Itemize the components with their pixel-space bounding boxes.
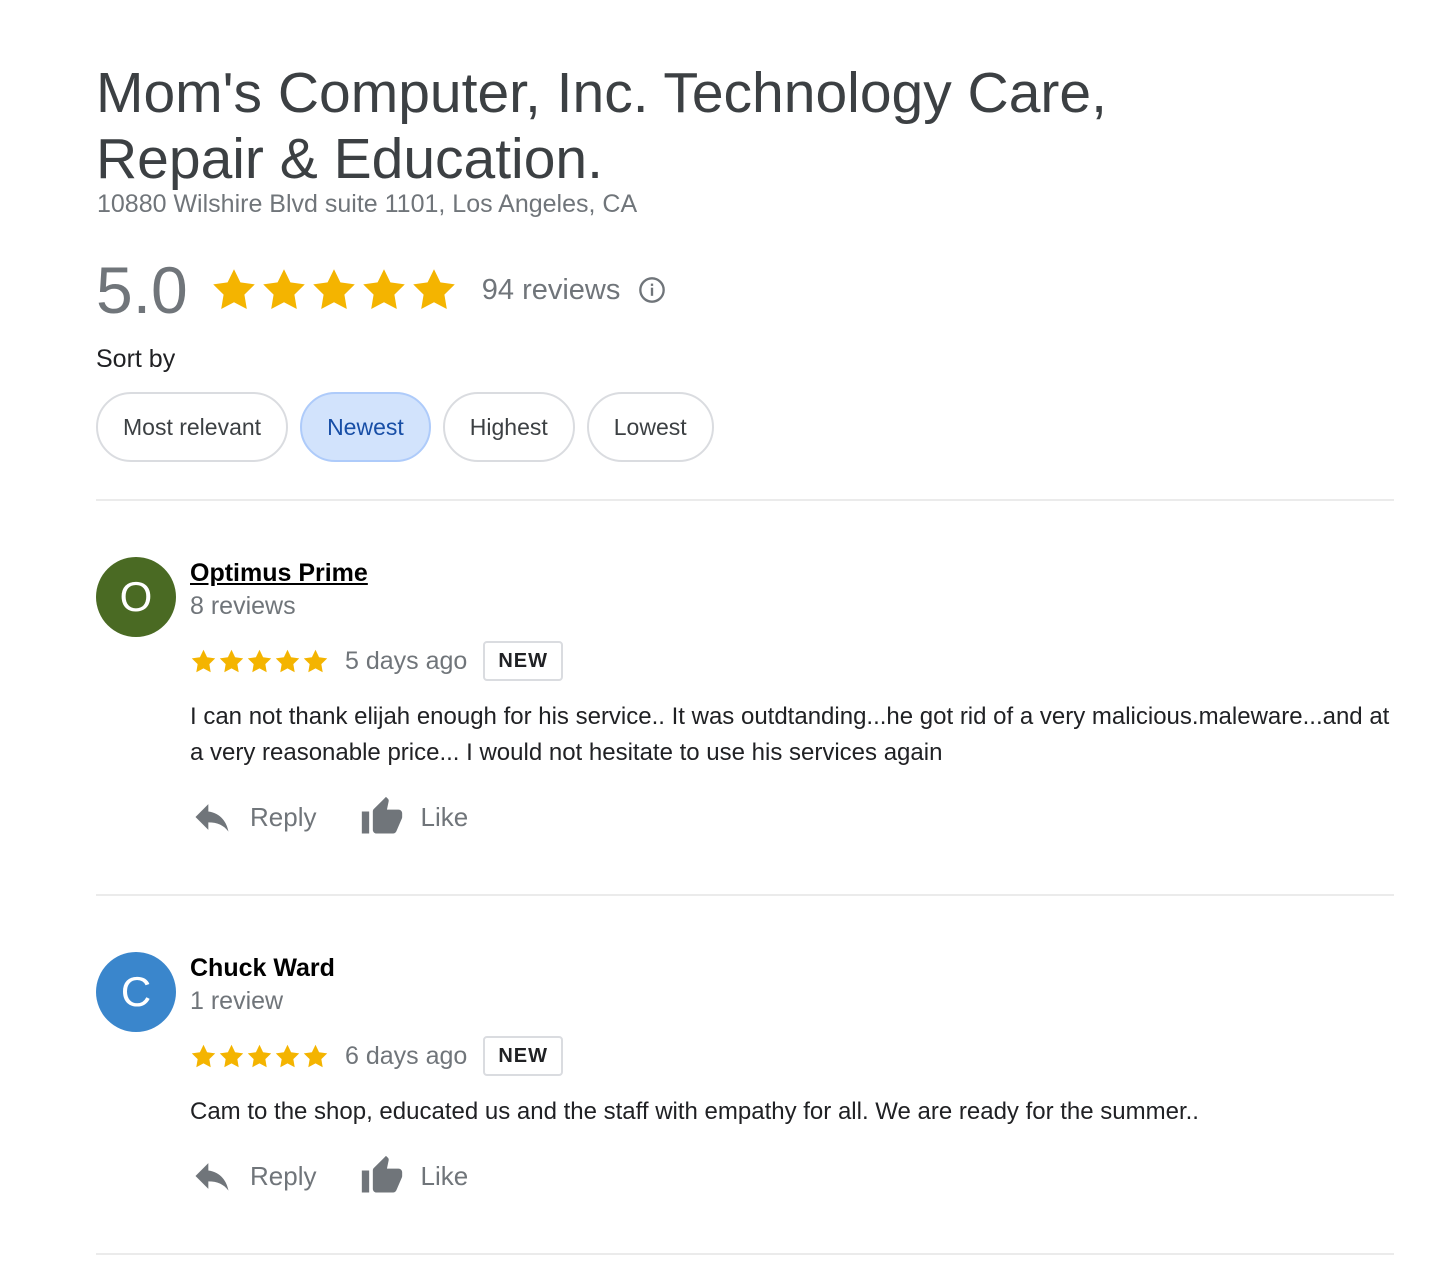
reviews-page: Mom's Computer, Inc. Technology Care, Re…: [0, 0, 1452, 1280]
reply-icon: [195, 1163, 229, 1191]
star-icon: [191, 1044, 216, 1067]
star-icon: [262, 269, 305, 309]
reviewer-review-count: 8 reviews: [190, 592, 296, 620]
new-badge: NEW: [483, 641, 563, 681]
rating-stars: [210, 266, 458, 314]
review-stars: [190, 648, 329, 675]
like-label: Like: [420, 801, 469, 832]
thumbs-up-icon: [362, 1155, 403, 1193]
star-icon: [247, 1044, 272, 1067]
reply-button[interactable]: Reply: [190, 795, 316, 839]
avatar[interactable]: O: [96, 557, 176, 637]
place-title: Mom's Computer, Inc. Technology Care, Re…: [96, 61, 1107, 191]
review-meta: 5 days ago NEW: [190, 639, 563, 683]
review-item: O Optimus Prime 8 reviews 5 days ago NEW…: [96, 557, 1396, 857]
like-label: Like: [420, 1160, 469, 1191]
reply-label: Reply: [250, 1160, 317, 1191]
reviewer-name[interactable]: Chuck Ward: [190, 954, 335, 983]
total-review-count[interactable]: 94 reviews: [482, 274, 621, 307]
star-icon: [191, 649, 216, 672]
star-icon: [312, 269, 355, 309]
reply-icon: [195, 804, 229, 832]
star-icon: [275, 1044, 300, 1067]
divider: [96, 1253, 1394, 1255]
review-text: Cam to the shop, educated us and the sta…: [190, 1098, 1199, 1125]
like-button[interactable]: Like: [360, 795, 468, 839]
sort-chip-most-relevant[interactable]: Most relevant: [96, 392, 289, 462]
reply-button[interactable]: Reply: [190, 1154, 316, 1198]
review-meta: 6 days ago NEW: [190, 1034, 563, 1078]
info-icon[interactable]: [638, 276, 666, 304]
review-date: 6 days ago: [345, 1041, 468, 1070]
review-date: 5 days ago: [345, 646, 468, 675]
star-icon: [219, 649, 244, 672]
rating-value: 5.0: [96, 253, 188, 327]
star-icon: [219, 1044, 244, 1067]
sort-chip-newest[interactable]: Newest: [300, 392, 431, 462]
reviewer-name[interactable]: Optimus Prime: [190, 559, 368, 588]
review-actions: Reply Like: [190, 795, 512, 839]
sort-label: Sort by: [96, 348, 176, 373]
star-icon: [303, 1044, 328, 1067]
reply-label: Reply: [250, 801, 317, 832]
review-actions: Reply Like: [190, 1154, 512, 1198]
sort-chip-lowest[interactable]: Lowest: [586, 392, 714, 462]
reviewer-review-count: 1 review: [190, 987, 284, 1015]
divider: [96, 894, 1394, 896]
star-icon: [303, 649, 328, 672]
overall-rating: 5.0 94 reviews: [96, 250, 666, 330]
like-button[interactable]: Like: [360, 1154, 468, 1198]
star-icon: [247, 649, 272, 672]
sort-chip-highest[interactable]: Highest: [442, 392, 575, 462]
star-icon: [275, 649, 300, 672]
avatar[interactable]: C: [96, 952, 176, 1032]
review-text: I can not thank elijah enough for his se…: [190, 703, 1390, 766]
star-icon: [412, 269, 455, 309]
thumbs-up-icon: [362, 796, 403, 834]
new-badge: NEW: [483, 1036, 563, 1076]
sort-options: Most relevant Newest Highest Lowest: [96, 392, 714, 462]
star-icon: [362, 269, 405, 309]
place-address: 10880 Wilshire Blvd suite 1101, Los Ange…: [97, 190, 638, 218]
review-item: C Chuck Ward 1 review 6 days ago NEW Cam…: [96, 952, 1396, 1212]
divider: [96, 499, 1394, 501]
star-icon: [212, 269, 255, 309]
review-stars: [190, 1043, 329, 1070]
